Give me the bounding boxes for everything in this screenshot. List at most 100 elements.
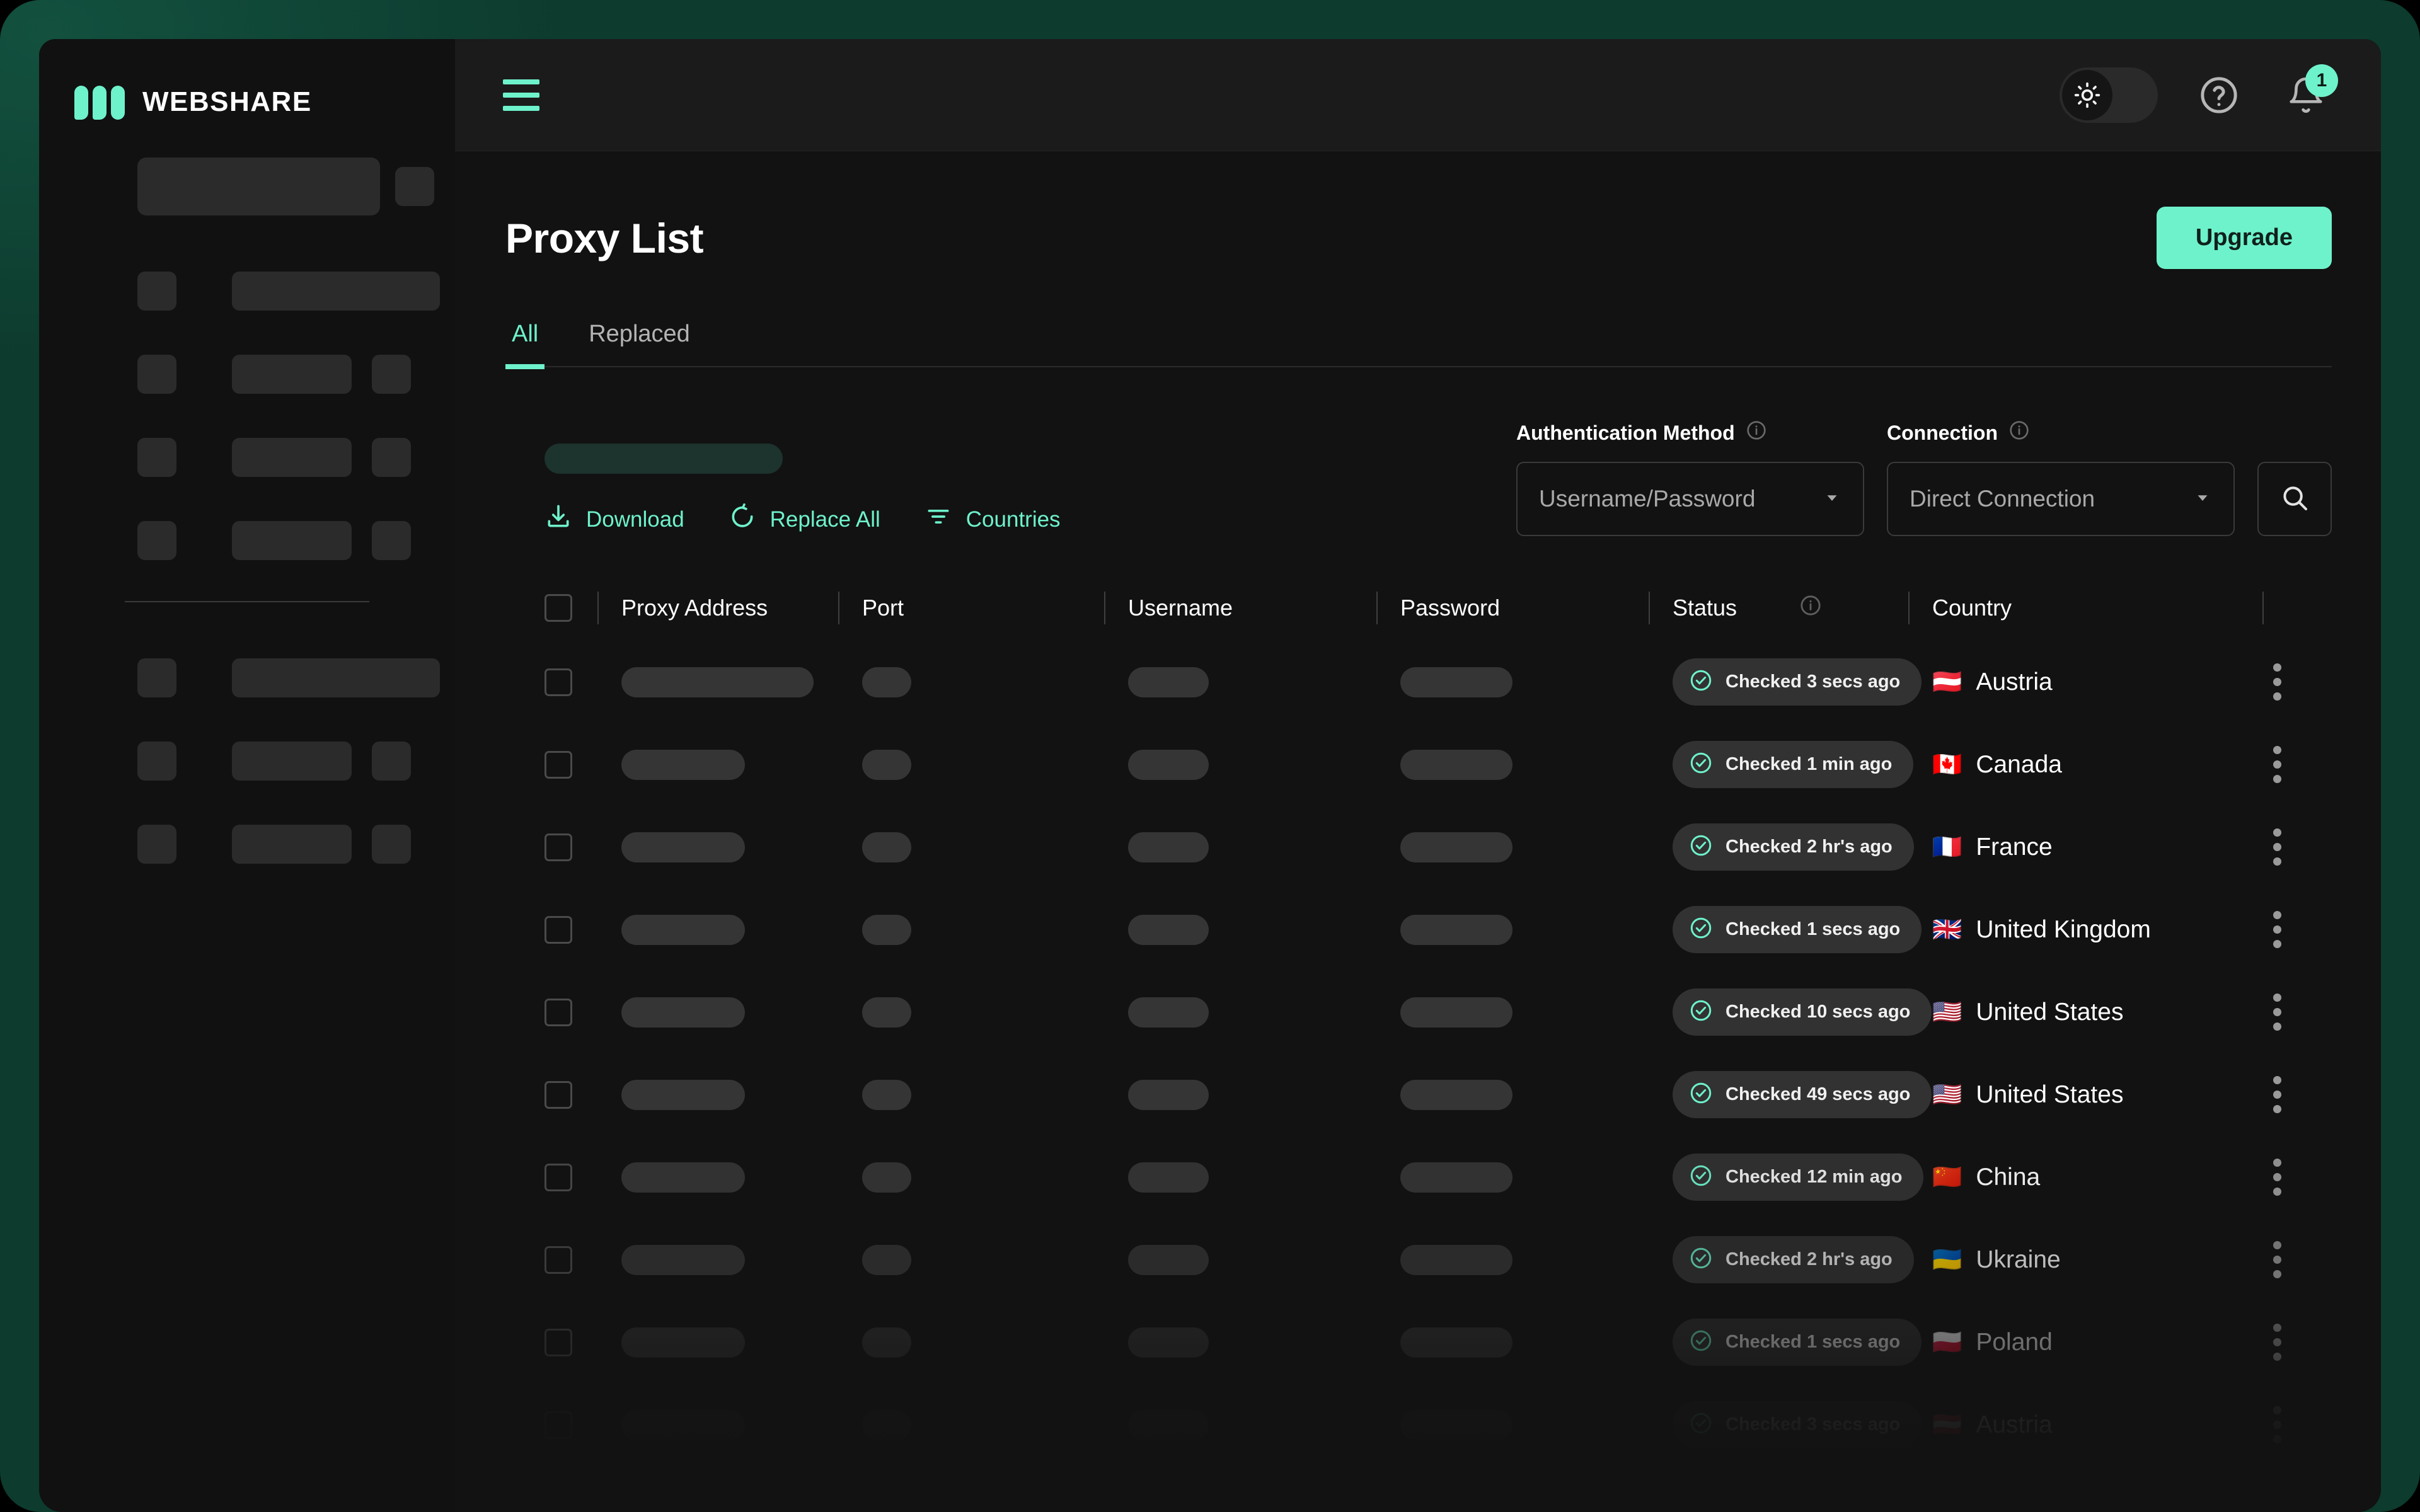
column-header-port[interactable]: Port	[839, 595, 1104, 621]
row-checkbox[interactable]	[544, 1163, 572, 1191]
table-row[interactable]: Checked 3 secs ago 🇦🇹 Austria	[505, 641, 2332, 723]
country-flag-icon: 🇦🇹	[1932, 1411, 1962, 1438]
kebab-menu-icon[interactable]	[2247, 911, 2307, 948]
column-header-proxy-address[interactable]: Proxy Address	[599, 595, 838, 621]
row-checkbox[interactable]	[544, 668, 572, 696]
brand-logo[interactable]: WEBSHARE	[39, 39, 455, 120]
sidebar-skeleton-item[interactable]	[39, 268, 455, 314]
kebab-menu-icon[interactable]	[2247, 663, 2307, 701]
quick-actions: Download Replace All Countries	[544, 503, 1061, 536]
connection-label: Connection	[1887, 421, 1998, 444]
table-row[interactable]: Checked 49 secs ago 🇺🇸 United States	[505, 1053, 2332, 1136]
table-row[interactable]: Checked 12 min ago 🇨🇳 China	[505, 1136, 2332, 1218]
row-checkbox[interactable]	[544, 998, 572, 1026]
sidebar-divider	[125, 601, 369, 602]
country-cell: 🇵🇱 Poland	[1932, 1329, 2053, 1356]
sidebar-skeleton-item[interactable]	[39, 518, 455, 563]
table-row[interactable]: Checked 10 secs ago 🇺🇸 United States	[505, 971, 2332, 1053]
sidebar-skeleton-item[interactable]	[39, 352, 455, 397]
bell-icon[interactable]: 1	[2280, 64, 2338, 121]
kebab-menu-icon[interactable]	[2247, 1241, 2307, 1278]
check-circle-icon	[1689, 1081, 1713, 1108]
skeleton-value	[862, 1327, 911, 1358]
status-text: Checked 3 secs ago	[1726, 672, 1901, 692]
cell-username	[1105, 749, 1376, 780]
country-cell: 🇦🇹 Austria	[1932, 668, 2053, 696]
upgrade-button[interactable]: Upgrade	[2156, 207, 2332, 269]
replace-all-action[interactable]: Replace All	[729, 503, 880, 536]
sidebar-skeleton-item[interactable]	[39, 822, 455, 867]
table-row[interactable]: Checked 1 secs ago 🇬🇧 United Kingdom	[505, 888, 2332, 971]
skeleton-value	[862, 749, 911, 780]
table-row[interactable]: Checked 3 secs ago 🇦🇹 Austria	[505, 1383, 2332, 1466]
tab-all[interactable]: All	[505, 321, 545, 369]
sidebar-skeleton-item[interactable]	[39, 655, 455, 701]
skeleton-label	[232, 825, 352, 864]
auth-method-select[interactable]: Username/Password	[1516, 462, 1864, 536]
kebab-menu-icon[interactable]	[2247, 746, 2307, 783]
table-row[interactable]: Checked 2 hr's ago 🇫🇷 France	[505, 806, 2332, 888]
column-header-status[interactable]: Status	[1650, 595, 1908, 622]
skeleton-value	[862, 997, 911, 1028]
row-checkbox[interactable]	[544, 1246, 572, 1274]
table-row[interactable]: Checked 1 min ago 🇨🇦 Canada	[505, 723, 2332, 806]
country-flag-icon: 🇫🇷	[1932, 833, 1962, 861]
column-header-country[interactable]: Country	[1910, 595, 2199, 621]
cell-status: Checked 49 secs ago	[1650, 1071, 1932, 1118]
cell-password	[1378, 832, 1649, 862]
select-all-checkbox[interactable]	[544, 594, 572, 622]
row-checkbox[interactable]	[544, 1411, 572, 1439]
sidebar-skeleton-item[interactable]	[39, 435, 455, 480]
cell-country: 🇺🇸 United States	[1910, 1081, 2199, 1109]
cell-country: 🇨🇦 Canada	[1910, 751, 2199, 779]
help-circle-icon[interactable]	[2193, 69, 2245, 121]
theme-toggle[interactable]	[2060, 67, 2158, 123]
column-header-password[interactable]: Password	[1378, 595, 1649, 621]
row-checkbox[interactable]	[544, 833, 572, 861]
check-circle-icon	[1689, 916, 1713, 943]
info-icon[interactable]	[1800, 595, 1821, 622]
skeleton-trailing-icon	[372, 521, 411, 560]
cell-port	[839, 914, 1104, 945]
status-badge: Checked 1 secs ago	[1673, 906, 1922, 953]
row-checkbox[interactable]	[544, 750, 572, 779]
download-action[interactable]: Download	[544, 503, 684, 536]
check-circle-icon	[1689, 833, 1713, 861]
search-button[interactable]	[2257, 462, 2332, 536]
cell-port	[839, 997, 1104, 1028]
status-text: Checked 12 min ago	[1726, 1167, 1903, 1187]
country-cell: 🇫🇷 France	[1932, 833, 2053, 861]
kebab-menu-icon[interactable]	[2247, 1076, 2307, 1113]
row-checkbox[interactable]	[544, 1080, 572, 1109]
column-header-username[interactable]: Username	[1105, 595, 1376, 621]
cell-status: Checked 3 secs ago	[1650, 1401, 1922, 1448]
skeleton-value	[1128, 997, 1209, 1028]
skeleton-value	[1400, 1079, 1512, 1110]
row-checkbox[interactable]	[544, 1328, 572, 1356]
app-window: WEBSHARE 1 Proxy List Upgrade All Replac…	[39, 39, 2381, 1512]
connection-select[interactable]: Direct Connection	[1887, 462, 2235, 536]
kebab-menu-icon[interactable]	[2247, 828, 2307, 866]
row-checkbox[interactable]	[544, 915, 572, 944]
countries-action[interactable]: Countries	[925, 503, 1061, 536]
tab-replaced[interactable]: Replaced	[582, 321, 696, 369]
cell-username	[1105, 997, 1376, 1028]
kebab-menu-icon[interactable]	[2247, 1324, 2307, 1361]
cell-proxy-address	[599, 1162, 838, 1193]
country-name: France	[1976, 833, 2053, 861]
table-row[interactable]: Checked 2 hr's ago 🇺🇦 Ukraine	[505, 1218, 2332, 1301]
skeleton-value	[621, 1327, 745, 1358]
kebab-menu-icon[interactable]	[2247, 994, 2307, 1031]
kebab-menu-icon[interactable]	[2247, 1159, 2307, 1196]
kebab-menu-icon[interactable]	[2247, 1406, 2307, 1443]
info-icon[interactable]	[2009, 420, 2029, 445]
table-row[interactable]: Checked 1 secs ago 🇵🇱 Poland	[505, 1301, 2332, 1383]
hamburger-menu-icon[interactable]	[503, 79, 539, 111]
info-icon[interactable]	[1746, 420, 1766, 445]
skeleton-trailing-icon	[372, 438, 411, 477]
skeleton-value	[1128, 1162, 1209, 1193]
skeleton-label	[232, 272, 440, 311]
search-icon	[2279, 483, 2310, 516]
cell-password	[1378, 1327, 1649, 1358]
sidebar-skeleton-item[interactable]	[39, 738, 455, 784]
